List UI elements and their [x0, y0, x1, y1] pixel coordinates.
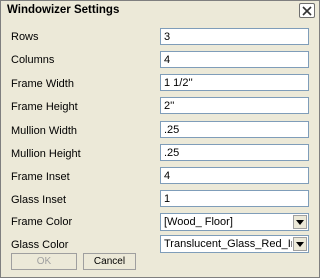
frame-height-field[interactable] — [160, 97, 309, 114]
mullion-height-label: Mullion Height — [11, 148, 81, 160]
chevron-down-icon — [296, 219, 304, 225]
title-bar[interactable]: Windowizer Settings — [1, 1, 319, 21]
columns-label: Columns — [11, 54, 55, 66]
rows-label: Rows — [11, 31, 39, 43]
glass-inset-field[interactable] — [160, 190, 309, 207]
glass-color-value: Translucent_Glass_Red_Indi — [164, 238, 292, 250]
mullion-width-label: Mullion Width — [11, 125, 78, 137]
frame-height-label: Frame Height — [11, 101, 78, 113]
frame-width-label: Frame Width — [11, 78, 74, 90]
frame-color-label: Frame Color — [11, 216, 73, 228]
glass-color-dropdown-button[interactable] — [293, 237, 307, 251]
dialog-title: Windowizer Settings — [7, 4, 120, 16]
glass-color-select[interactable]: Translucent_Glass_Red_Indi — [160, 235, 309, 253]
mullion-height-field[interactable] — [160, 144, 309, 161]
ok-button[interactable]: OK — [11, 253, 77, 270]
mullion-width-field[interactable] — [160, 121, 309, 138]
close-button[interactable] — [299, 3, 315, 18]
frame-inset-field[interactable] — [160, 167, 309, 184]
chevron-down-icon — [296, 241, 304, 247]
frame-width-field[interactable] — [160, 74, 309, 91]
glass-color-label: Glass Color — [11, 239, 69, 251]
settings-dialog: Windowizer Settings Rows Columns Frame W… — [0, 0, 320, 278]
glass-inset-label: Glass Inset — [11, 194, 67, 206]
close-icon — [302, 5, 312, 16]
frame-color-dropdown-button[interactable] — [293, 215, 307, 229]
frame-color-select[interactable]: [Wood_ Floor] — [160, 213, 309, 231]
frame-inset-label: Frame Inset — [11, 171, 70, 183]
frame-color-value: [Wood_ Floor] — [164, 216, 233, 228]
rows-field[interactable] — [160, 28, 309, 45]
cancel-button[interactable]: Cancel — [83, 253, 136, 270]
columns-field[interactable] — [160, 51, 309, 68]
